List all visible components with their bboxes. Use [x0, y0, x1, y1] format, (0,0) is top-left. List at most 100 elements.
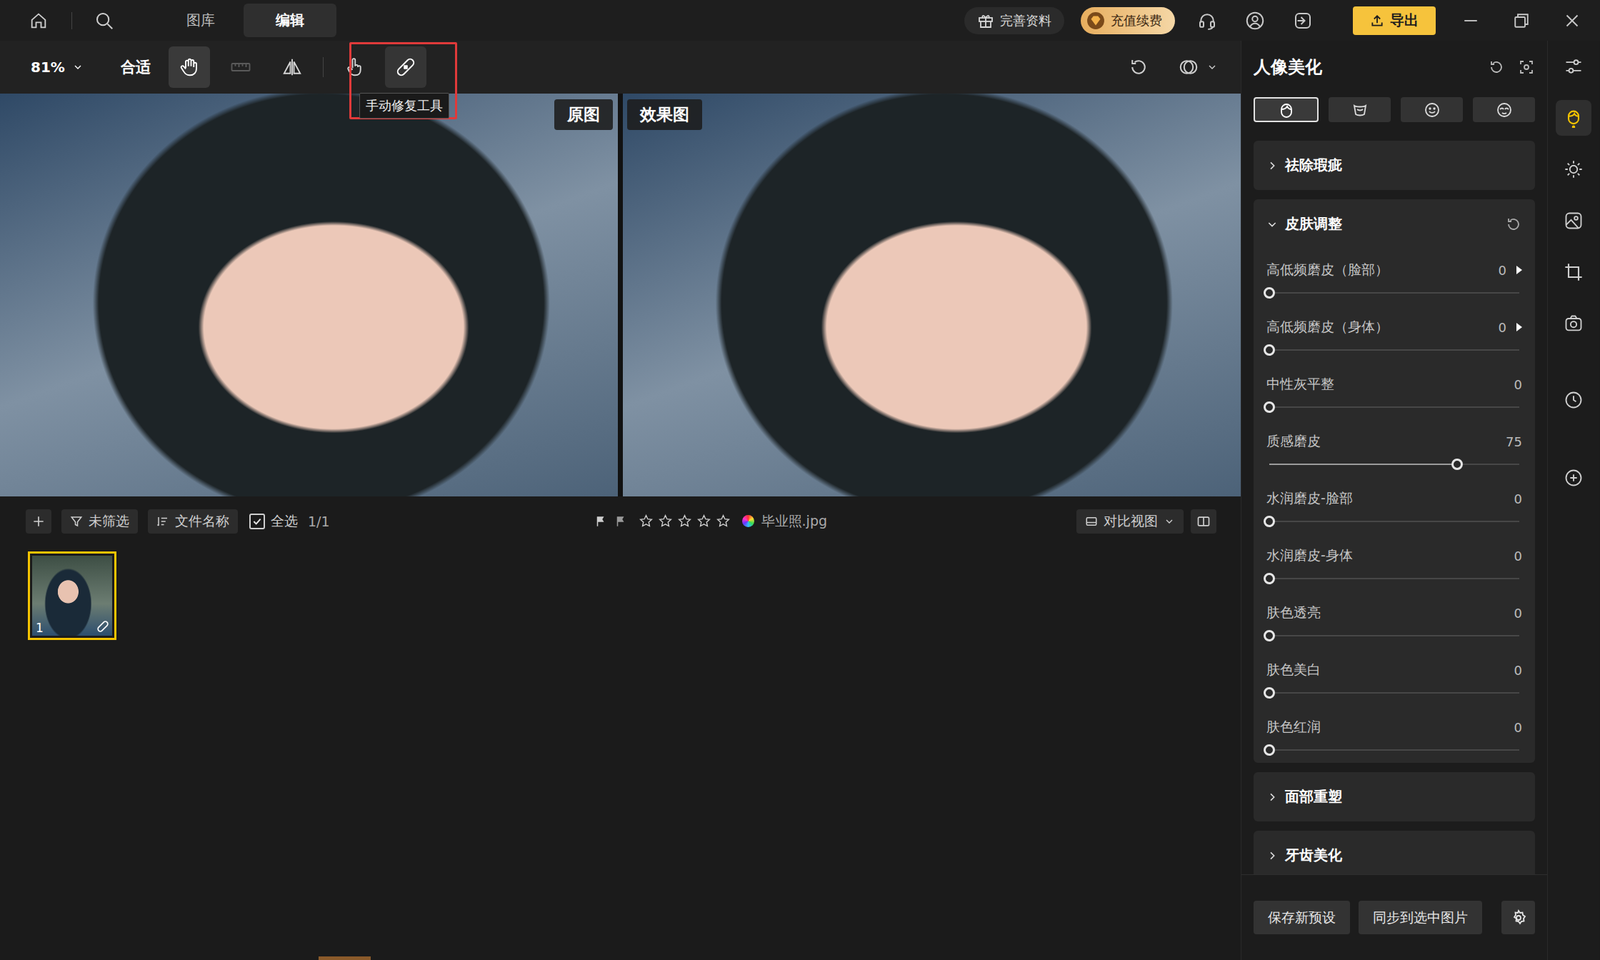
slider-track[interactable] — [1269, 630, 1520, 642]
slider-value[interactable]: 75 — [1505, 434, 1523, 450]
rail-button[interactable] — [1555, 48, 1592, 85]
rail-button[interactable] — [1555, 202, 1592, 239]
panel-sections: 祛除瑕疵 皮肤调整 高低频磨皮（脸部） 0 高低频磨皮（身体） 0 中性灰平整 … — [1241, 122, 1548, 875]
minimize-icon[interactable] — [1455, 10, 1487, 32]
slider-handle[interactable] — [1451, 458, 1463, 470]
slider-value[interactable]: 0 — [1514, 605, 1523, 621]
filter-button[interactable]: 未筛选 — [61, 509, 138, 534]
star-rating[interactable] — [638, 513, 731, 529]
star-icon[interactable] — [657, 513, 673, 529]
slider-value[interactable]: 0 — [1514, 377, 1523, 393]
slider-track[interactable] — [1269, 744, 1520, 756]
expand-arrow-icon[interactable] — [1516, 265, 1523, 275]
zoom-dropdown[interactable]: 81% — [30, 58, 84, 76]
pane-label: 原图 — [554, 99, 613, 130]
scrollbar[interactable] — [318, 956, 371, 960]
panel-tab[interactable] — [1328, 97, 1391, 123]
close-icon[interactable] — [1556, 10, 1588, 32]
main-tab[interactable]: 编辑 — [243, 3, 337, 38]
flag-icon[interactable] — [594, 515, 608, 528]
rail-button[interactable] — [1555, 460, 1592, 496]
panel-tab[interactable] — [1472, 97, 1535, 123]
slider-handle[interactable] — [1263, 630, 1275, 642]
star-icon[interactable] — [696, 513, 712, 529]
reset-icon[interactable] — [1487, 58, 1505, 76]
panel-tab[interactable] — [1400, 97, 1463, 123]
image-pane[interactable]: 效果图 — [622, 93, 1241, 497]
fit-button[interactable]: 合适 — [120, 57, 151, 78]
star-icon[interactable] — [638, 513, 654, 529]
footer-button[interactable]: 保存新预设 — [1253, 900, 1350, 935]
user-icon[interactable] — [1239, 10, 1271, 32]
sort-button[interactable]: 文件名称 — [147, 509, 238, 534]
section-header[interactable]: 皮肤调整 — [1253, 199, 1535, 249]
star-icon[interactable] — [677, 513, 693, 529]
slider-track[interactable] — [1269, 344, 1520, 356]
image-pane[interactable]: 原图 — [0, 93, 618, 497]
slider-handle[interactable] — [1263, 287, 1275, 299]
tool-button[interactable] — [168, 46, 210, 88]
flip-icon — [281, 56, 303, 78]
slider-label: 肤色美白 — [1266, 660, 1321, 680]
slider-handle[interactable] — [1263, 515, 1275, 528]
main-tab[interactable]: 图库 — [157, 3, 244, 38]
footer-button[interactable]: 同步到选中图片 — [1358, 900, 1483, 935]
slider-label: 质感磨皮 — [1266, 432, 1321, 451]
slider-handle[interactable] — [1263, 401, 1275, 413]
headset-icon[interactable] — [1191, 10, 1223, 32]
slider-track[interactable] — [1269, 401, 1520, 413]
slider-value[interactable]: 0 — [1498, 262, 1507, 278]
slider-label: 肤色透亮 — [1266, 603, 1321, 623]
slider-value[interactable]: 0 — [1514, 491, 1523, 507]
tool-button[interactable] — [333, 46, 375, 88]
view-mode-dropdown[interactable]: 对比视图 — [1076, 509, 1184, 534]
panel-tab[interactable] — [1253, 97, 1319, 123]
rail-button[interactable] — [1555, 254, 1592, 290]
slider-track[interactable] — [1269, 458, 1520, 470]
profile-button[interactable]: 完善资料 — [964, 7, 1065, 35]
slider-value[interactable]: 0 — [1498, 320, 1507, 335]
slider-track[interactable] — [1269, 687, 1520, 699]
slider-handle[interactable] — [1263, 344, 1275, 356]
thumbnail[interactable]: 1 — [27, 551, 117, 640]
slider-handle[interactable] — [1263, 687, 1275, 699]
select-all-checkbox[interactable]: 全选 — [249, 512, 298, 531]
color-label-icon[interactable] — [742, 515, 755, 528]
expand-arrow-icon[interactable] — [1516, 322, 1523, 332]
rail-button[interactable] — [1555, 151, 1592, 188]
rail-button[interactable] — [1555, 305, 1592, 342]
slider-track[interactable] — [1269, 287, 1520, 299]
restore-icon[interactable] — [1505, 10, 1538, 32]
tool-button[interactable] — [220, 46, 262, 88]
undo-icon[interactable] — [1127, 56, 1150, 78]
tool-button[interactable] — [271, 46, 313, 88]
portrait-photo — [0, 93, 618, 497]
section-header[interactable]: 面部重塑 — [1253, 772, 1535, 822]
logout-icon[interactable] — [1287, 10, 1319, 32]
section-header[interactable]: 牙齿美化 — [1253, 830, 1535, 875]
slider-value[interactable]: 0 — [1514, 548, 1523, 564]
rail-button[interactable] — [1555, 100, 1592, 136]
slider-value[interactable]: 0 — [1514, 720, 1523, 735]
slider-track[interactable] — [1269, 572, 1520, 585]
focus-icon[interactable] — [1517, 58, 1535, 76]
slider-track[interactable] — [1269, 515, 1520, 528]
slider-value[interactable]: 0 — [1514, 662, 1523, 678]
recharge-button[interactable]: 充值续费 — [1080, 7, 1175, 35]
slider-handle[interactable] — [1263, 572, 1275, 585]
export-button[interactable]: 导出 — [1352, 6, 1436, 35]
split-view-button[interactable] — [1190, 509, 1217, 534]
section-header[interactable]: 祛除瑕疵 — [1253, 140, 1535, 190]
search-icon[interactable] — [93, 10, 115, 32]
reset-icon[interactable] — [1505, 215, 1523, 233]
reject-flag-icon[interactable] — [614, 515, 628, 528]
add-button[interactable] — [25, 509, 52, 534]
home-icon[interactable] — [28, 10, 49, 31]
star-icon[interactable] — [715, 513, 731, 529]
settings-button[interactable] — [1501, 900, 1535, 935]
compare-dropdown[interactable] — [1177, 56, 1218, 78]
rail-button[interactable] — [1555, 382, 1592, 418]
tool-button[interactable]: 手动修复工具 — [385, 46, 427, 88]
filmstrip-bar: 未筛选 文件名称 全选 1/1 毕业照.jpg 对比视图 — [0, 496, 1241, 546]
slider-handle[interactable] — [1263, 744, 1275, 756]
